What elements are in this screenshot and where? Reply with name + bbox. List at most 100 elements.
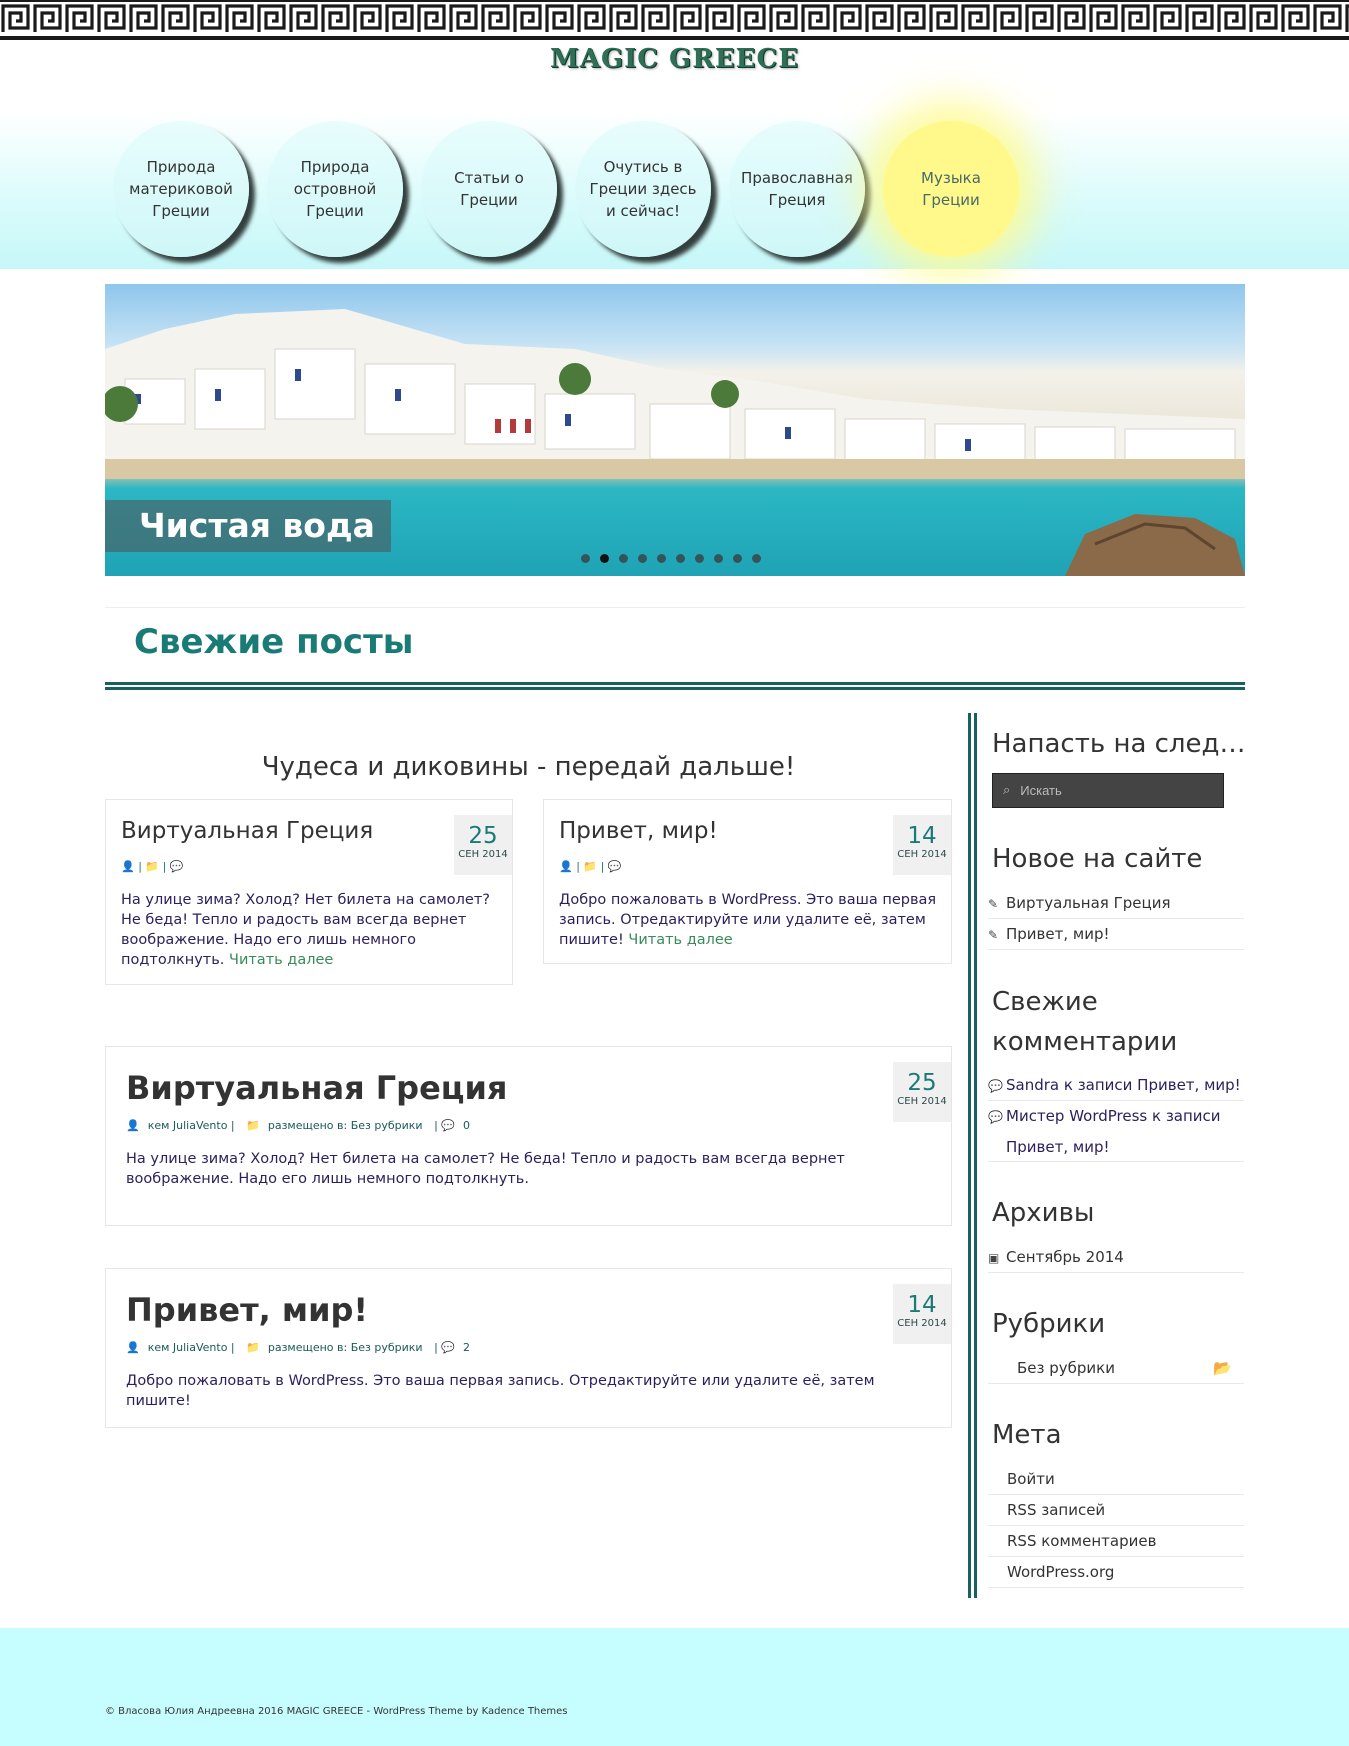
slider-dot[interactable] xyxy=(695,554,704,563)
hero-image xyxy=(105,309,1245,479)
archive-link[interactable]: Сентябрь 2014 xyxy=(1006,1248,1124,1266)
date-month: СЕН 2014 xyxy=(897,1318,947,1329)
slider-dot[interactable] xyxy=(581,554,590,563)
hero-caption: Чистая вода xyxy=(105,500,391,552)
meta-item[interactable]: RSS записей xyxy=(988,1495,1244,1526)
archive-item[interactable]: ▣ Сентябрь 2014 xyxy=(988,1242,1244,1273)
comment-icon: | 💬 xyxy=(434,1341,455,1354)
recent-comment-item[interactable]: 💬 Sandra к записи Привет, мир! xyxy=(988,1070,1244,1101)
meta-rss-posts-link[interactable]: RSS записей xyxy=(1007,1501,1105,1519)
recent-post-item[interactable]: ✎ Виртуальная Греция xyxy=(988,888,1244,919)
site-footer: © Власова Юлия Андреевна 2016 MAGIC GREE… xyxy=(0,1628,1349,1746)
card-excerpt: На улице зима? Холод? Нет билета на само… xyxy=(121,890,501,970)
nav-item-articles[interactable]: Статьи о Греции xyxy=(421,121,557,257)
category-link[interactable]: Без рубрики xyxy=(1017,1359,1115,1377)
recent-post-link[interactable]: Виртуальная Греция xyxy=(1006,894,1170,912)
widget-title-categories: Рубрики xyxy=(992,1309,1106,1339)
comment-link[interactable]: Sandra к записи Привет, мир! xyxy=(1006,1076,1241,1094)
nav-item-mainland-nature[interactable]: Природа материковой Греции xyxy=(113,121,249,257)
date-day: 14 xyxy=(907,1292,937,1318)
date-month: СЕН 2014 xyxy=(458,849,508,860)
slider-dot-active[interactable] xyxy=(600,554,609,563)
post-category[interactable]: размещено в: Без рубрики xyxy=(268,1119,423,1132)
slider-dot[interactable] xyxy=(676,554,685,563)
date-month: СЕН 2014 xyxy=(897,1096,947,1107)
meta-item[interactable]: RSS комментариев xyxy=(988,1526,1244,1557)
user-icon: 👤 xyxy=(126,1119,140,1132)
date-badge: 25 СЕН 2014 xyxy=(454,815,512,875)
post-category[interactable]: размещено в: Без рубрики xyxy=(268,1341,423,1354)
search-input[interactable] xyxy=(1020,783,1201,798)
card-title[interactable]: Привет, мир! xyxy=(559,818,718,844)
post-author[interactable]: кем JuliaVento | xyxy=(148,1119,235,1132)
footer-credits: © Власова Юлия Андреевна 2016 MAGIC GREE… xyxy=(105,1706,568,1717)
pencil-icon: ✎ xyxy=(988,928,999,942)
comment-post-link[interactable]: Привет, мир! xyxy=(1006,1138,1110,1156)
card-title[interactable]: Виртуальная Греция xyxy=(121,818,373,844)
nav-item-island-nature[interactable]: Природа островной Греции xyxy=(267,121,403,257)
featured-card: Виртуальная Греция 25 СЕН 2014 👤 | 📁 | 💬… xyxy=(105,799,513,985)
card-excerpt: Добро пожаловать в WordPress. Это ваша п… xyxy=(559,890,939,950)
recent-comment-item[interactable]: 💬 Мистер WordPress к записи Привет, мир! xyxy=(988,1101,1244,1162)
slider-dot[interactable] xyxy=(619,554,628,563)
excerpt-text: Добро пожаловать в WordPress. Это ваша п… xyxy=(559,892,937,948)
hero-rock xyxy=(1065,514,1245,576)
meta-wordpress-link[interactable]: WordPress.org xyxy=(1007,1563,1114,1581)
date-day: 25 xyxy=(907,1070,937,1096)
post-title[interactable]: Привет, мир! xyxy=(126,1291,368,1329)
meta-item[interactable]: WordPress.org xyxy=(988,1557,1244,1588)
read-more-link[interactable]: Читать далее xyxy=(229,952,333,968)
site-logo[interactable]: MAGIC GREECE xyxy=(0,44,1349,74)
slider-dot[interactable] xyxy=(733,554,742,563)
widget-title-meta: Мета xyxy=(992,1420,1062,1450)
post-body: Добро пожаловать в WordPress. Это ваша п… xyxy=(126,1373,875,1409)
nav-item-be-in-greece[interactable]: Очутись в Греции здесь и сейчас! xyxy=(575,121,711,257)
meta-rss-comments-link[interactable]: RSS комментариев xyxy=(1007,1532,1156,1550)
comment-icon: 💬 xyxy=(988,1079,1003,1093)
card-meta-icons: 👤 | 📁 | 💬 xyxy=(559,860,622,873)
date-day: 14 xyxy=(907,823,937,849)
date-month: СЕН 2014 xyxy=(897,849,947,860)
date-badge: 14 СЕН 2014 xyxy=(893,815,951,875)
post-title[interactable]: Виртуальная Греция xyxy=(126,1069,507,1107)
slider-dot[interactable] xyxy=(657,554,666,563)
nav-item-music[interactable]: Музыка Греции xyxy=(883,121,1019,257)
widget-title-comments-1: Свежие xyxy=(992,987,1098,1017)
meta-login-link[interactable]: Войти xyxy=(1007,1470,1055,1488)
hero-slider[interactable]: Чистая вода xyxy=(105,284,1245,576)
comment-icon: | 💬 xyxy=(434,1119,455,1132)
widget-title-comments-2: комментарии xyxy=(992,1027,1178,1057)
slider-dot[interactable] xyxy=(714,554,723,563)
post-author[interactable]: кем JuliaVento | xyxy=(148,1341,235,1354)
recent-post-item[interactable]: ✎ Привет, мир! xyxy=(988,919,1244,950)
pencil-icon: ✎ xyxy=(988,897,999,911)
widget-title-archives: Архивы xyxy=(992,1198,1095,1228)
slider-dot[interactable] xyxy=(638,554,647,563)
date-badge: 25 СЕН 2014 xyxy=(893,1062,951,1122)
nav-item-orthodox-greece[interactable]: Православная Греция xyxy=(729,121,865,257)
section-top-divider xyxy=(105,607,1245,608)
date-badge: 14 СЕН 2014 xyxy=(893,1284,951,1344)
search-form: ⌕ xyxy=(992,773,1224,808)
featured-heading: Чудеса и диковины - передай дальше! xyxy=(261,752,796,782)
post-comment-count[interactable]: 2 xyxy=(463,1341,470,1354)
post-meta: 👤 кем JuliaVento | 📁 размещено в: Без рубр… xyxy=(126,1341,478,1354)
comment-link[interactable]: Мистер WordPress к записи xyxy=(1006,1107,1221,1125)
widget-title-recent: Новое на сайте xyxy=(992,844,1203,874)
recent-post-link[interactable]: Привет, мир! xyxy=(1006,925,1110,943)
category-item[interactable]: Без рубрики 📂 xyxy=(988,1353,1244,1384)
meta-item[interactable]: Войти xyxy=(988,1464,1244,1495)
greek-key-border xyxy=(0,0,1349,40)
read-more-link[interactable]: Читать далее xyxy=(628,932,732,948)
section-title: Свежие посты xyxy=(134,622,414,662)
slider-pagination xyxy=(581,554,761,563)
widget-title-search: Напасть на след… xyxy=(992,729,1246,759)
sidebar-divider xyxy=(968,713,977,1598)
post-meta: 👤 кем JuliaVento | 📁 размещено в: Без рубр… xyxy=(126,1119,478,1132)
post-entry: Виртуальная Греция 25 СЕН 2014 👤 кем Juli… xyxy=(105,1046,952,1226)
post-comment-count[interactable]: 0 xyxy=(463,1119,470,1132)
user-icon: 👤 xyxy=(126,1341,140,1354)
card-meta-icons: 👤 | 📁 | 💬 xyxy=(121,860,184,873)
slider-dot[interactable] xyxy=(752,554,761,563)
featured-card: Привет, мир! 14 СЕН 2014 👤 | 📁 | 💬 Добро… xyxy=(543,799,952,964)
